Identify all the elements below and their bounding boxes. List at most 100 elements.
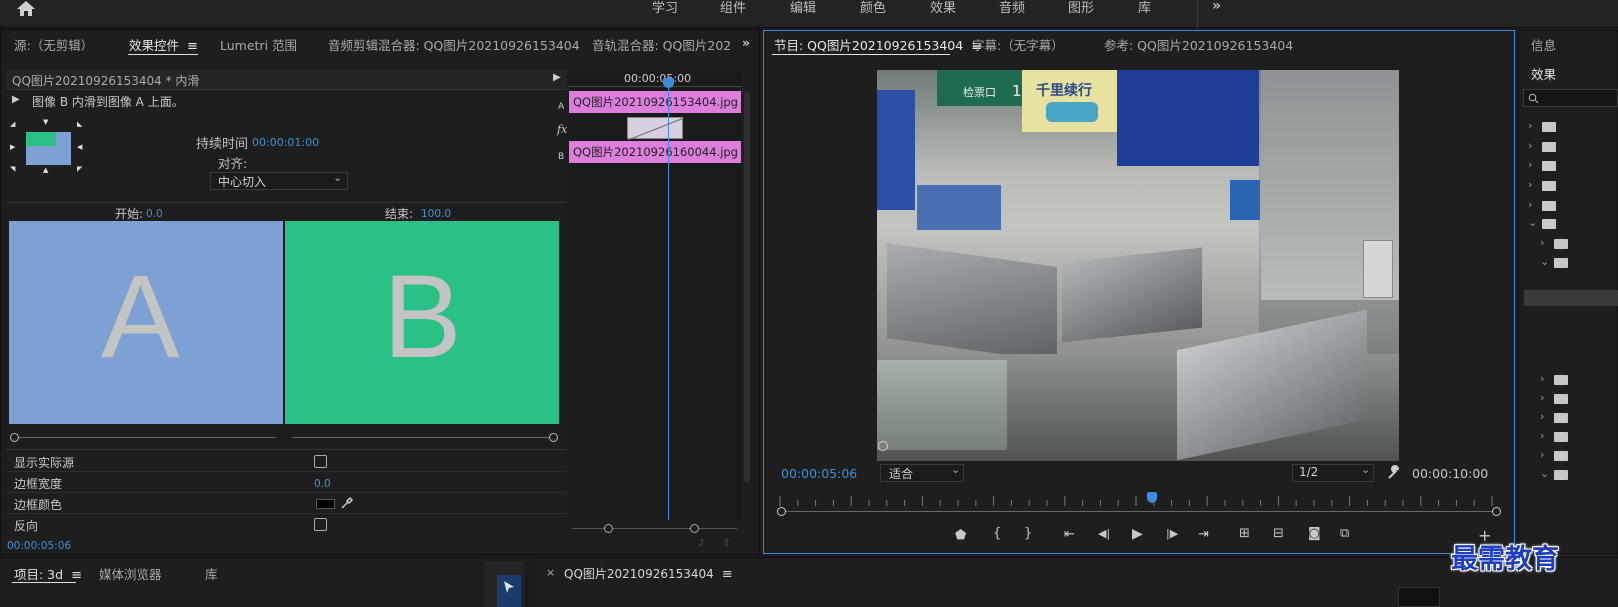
tab-project[interactable]: 项目: 3d ≡ [14,564,82,583]
effects-tree-folder[interactable]: › [1528,158,1568,176]
program-current-timecode[interactable]: 00:00:05:06 [781,466,857,481]
lift-icon[interactable]: ⊞ [1239,526,1250,541]
mark-out-icon[interactable]: } [1024,526,1032,541]
panel-menu-icon[interactable]: ≡ [71,568,82,583]
arrow-se-icon[interactable]: ◤ [77,165,82,173]
mini-playhead[interactable] [663,78,674,88]
program-zoom-handle-right[interactable] [1492,507,1501,516]
audio-icon[interactable]: ♪ [698,538,704,549]
program-zoom-handle-left[interactable] [777,507,786,516]
workspace-graphics[interactable]: 图形 [1068,0,1094,16]
go-to-in-icon[interactable]: ⇤ [1064,527,1075,542]
tab-audio-clip-mixer[interactable]: 音频剪辑混合器: QQ图片20210926153404 [328,35,580,54]
fit-select[interactable]: 适合 ⌄ [880,463,964,482]
more-tabs-icon[interactable]: » [742,35,750,50]
arrow-w-icon[interactable]: ▶ [10,143,15,151]
arrow-n-icon[interactable]: ▼ [43,118,48,126]
effects-tree-folder[interactable]: › [1528,119,1568,137]
workspace-editing[interactable]: 编辑 [790,0,816,16]
effects-tree-folder[interactable]: ⌄ [1528,216,1568,234]
mini-timeline-scrollbar[interactable] [744,92,750,482]
tab-sequence[interactable]: QQ图片20210926153404 ≡ [564,565,733,582]
workspace-libraries[interactable]: 库 [1138,0,1151,16]
start-slider-track[interactable] [18,437,276,438]
tab-audio-track-mixer[interactable]: 音轨混合器: QQ图片202 [592,35,731,54]
arrow-e-icon[interactable]: ◀ [77,143,82,151]
border-width-value[interactable]: 0.0 [314,478,331,490]
start-slider-handle[interactable] [10,433,19,442]
tab-info[interactable]: 信息 [1531,35,1556,54]
workspace-audio[interactable]: 音频 [999,0,1025,16]
effects-tree-folder[interactable]: › [1540,448,1580,466]
tab-source[interactable]: 源:（无剪辑） [14,35,93,54]
close-sequence-icon[interactable]: × [546,566,555,579]
end-slider-track[interactable] [292,437,550,438]
arrow-ne-icon[interactable]: ◣ [77,120,82,128]
selection-tool-icon[interactable] [497,575,521,607]
effects-tree-folder[interactable]: › [1540,236,1580,254]
tab-effect-controls[interactable]: 效果控件 ≡ [129,35,198,54]
export-frame-icon[interactable]: ◙ [1308,526,1321,541]
transition-block[interactable] [627,117,684,140]
tab-lumetri-scopes[interactable]: Lumetri 范围 [220,35,297,54]
tab-media-browser[interactable]: 媒体浏览器 [99,564,162,583]
tab-effects[interactable]: 效果 [1531,64,1556,83]
effects-tree-folder[interactable]: ⌄ [1540,255,1580,273]
arrow-nw-icon[interactable]: ◢ [10,120,15,128]
workspace-effects[interactable]: 效果 [930,0,956,16]
end-value[interactable]: 100.0 [421,208,451,220]
effects-tree-folder[interactable]: › [1528,139,1568,157]
mini-zoom-handle-right[interactable] [690,524,699,533]
more-workspaces-icon[interactable]: » [1212,0,1221,14]
reverse-checkbox[interactable] [314,518,327,531]
tab-libraries[interactable]: 库 [205,564,218,583]
border-color-swatch[interactable] [316,499,335,509]
workspace-assembly[interactable]: 组件 [720,0,746,16]
align-select[interactable]: 中心切入 ⌄ [210,171,348,190]
effects-tree-folder[interactable]: ⌄ [1540,467,1580,485]
frame-handle[interactable] [878,441,888,451]
workspace-learn[interactable]: 学习 [652,0,678,16]
program-time-ruler[interactable] [775,494,1501,506]
mini-zoom-handle-left[interactable] [604,524,613,533]
direction-selector[interactable]: ▼ ▲ ▶ ◀ ◢ ◣ ◥ ◤ [10,118,84,174]
show-actual-sources-checkbox[interactable] [314,455,327,468]
program-zoom-track[interactable] [783,511,1494,512]
play-only-icon[interactable]: ▶ [553,72,561,83]
marker-icon[interactable]: ⬟ [955,528,966,543]
play-icon[interactable]: ▶ [1132,526,1143,542]
panel-menu-icon[interactable]: ≡ [722,567,733,582]
tab-program[interactable]: 节目: QQ图片20210926153404 ≡ [774,35,982,54]
panel-menu-icon[interactable]: ≡ [187,39,198,54]
wrench-icon[interactable] [1386,465,1401,480]
resolution-select[interactable]: 1/2 ⌄ [1292,463,1374,482]
effect-controls-timecode[interactable]: 00:00:05:06 [7,540,71,552]
extract-icon[interactable]: ⊟ [1273,526,1284,541]
eyedropper-icon[interactable] [340,496,354,510]
workspace-color[interactable]: 颜色 [860,0,886,16]
preview-play-icon[interactable]: ▶ [12,94,20,105]
effects-tree-folder[interactable]: › [1540,372,1580,390]
duration-value[interactable]: 00:00:01:00 [252,136,319,149]
home-icon[interactable] [14,0,38,19]
effects-tree-folder[interactable]: › [1528,178,1568,196]
go-to-out-icon[interactable]: ⇥ [1198,527,1209,542]
mark-in-icon[interactable]: { [993,526,1001,541]
program-playhead[interactable] [1147,492,1157,503]
effects-tree-folder[interactable]: › [1540,391,1580,409]
tab-reference[interactable]: 参考: QQ图片20210926153404 [1104,35,1293,54]
effects-tree-folder[interactable]: › [1540,410,1580,428]
effects-tree-selection[interactable] [1524,290,1618,306]
clip-a[interactable]: QQ图片20210926153404.jpg [569,91,741,113]
arrow-sw-icon[interactable]: ◥ [10,165,15,173]
effects-tree-folder[interactable]: › [1528,198,1568,216]
export-icon[interactable]: ⇪ [722,538,730,549]
effects-tree-folder[interactable]: › [1540,429,1580,447]
effects-search-input[interactable] [1523,89,1618,107]
step-back-icon[interactable]: ◀| [1098,527,1110,540]
step-forward-icon[interactable]: |▶ [1166,527,1178,540]
comparison-view-icon[interactable]: ⧉ [1340,526,1349,541]
arrow-s-icon[interactable]: ▲ [43,166,48,174]
start-value[interactable]: 0.0 [146,208,163,220]
timeline-scroll[interactable] [1398,587,1440,607]
